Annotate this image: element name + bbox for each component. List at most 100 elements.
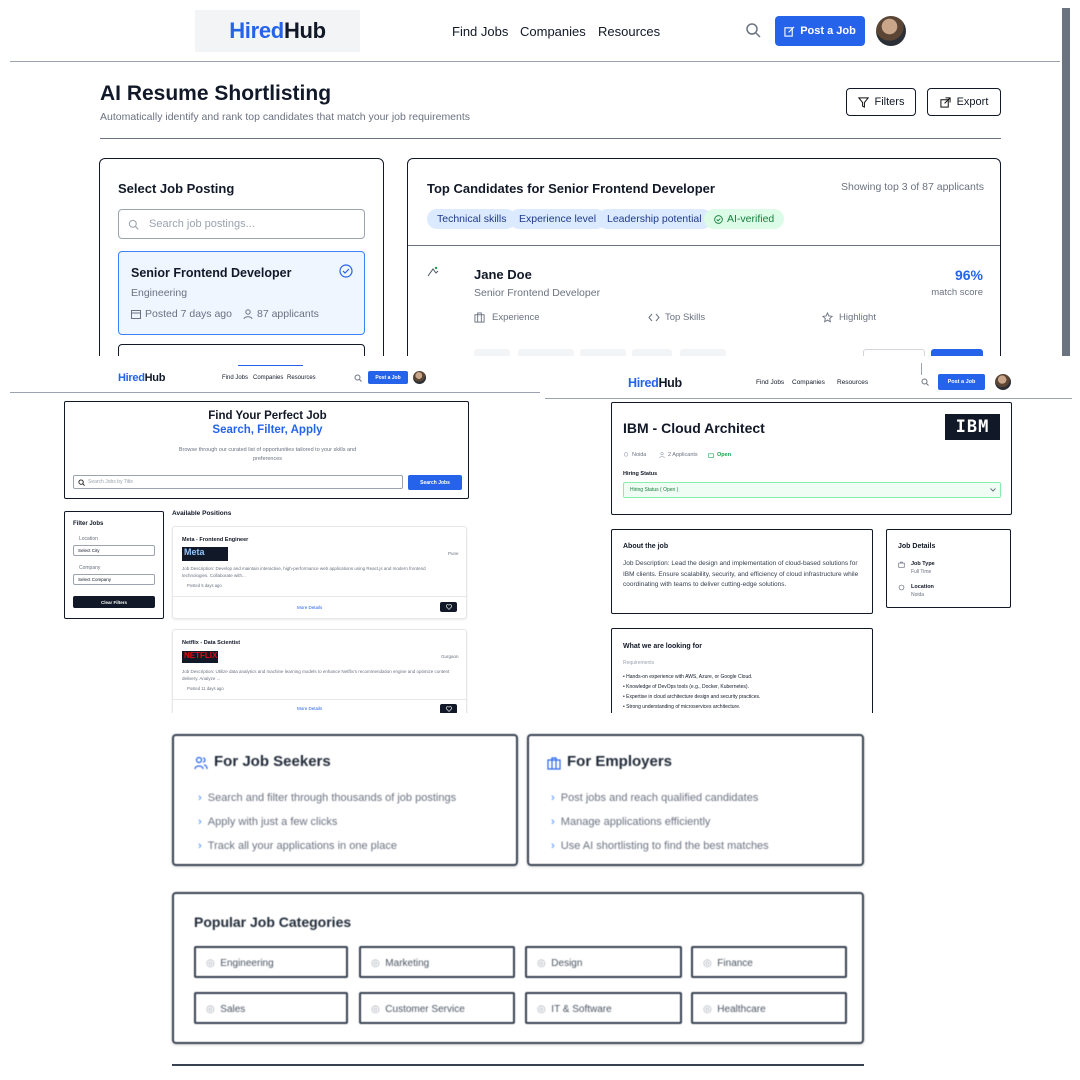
category-button[interactable]: ◎ Marketing bbox=[359, 946, 515, 978]
job-detail-title: IBM - Cloud Architect bbox=[623, 420, 765, 436]
nav-companies[interactable]: Companies bbox=[520, 24, 586, 39]
export-label: Export bbox=[956, 96, 989, 108]
category-button[interactable]: ◎ Engineering bbox=[194, 946, 348, 978]
external-link-icon bbox=[940, 96, 951, 108]
heart-icon bbox=[445, 604, 452, 610]
company-logo-text: IBM bbox=[955, 417, 990, 437]
nav-resources[interactable]: Resources bbox=[287, 375, 316, 381]
category-button[interactable]: ◎ Healthcare bbox=[691, 992, 847, 1024]
job-details-card: Job Details Job Type Full Time Location … bbox=[886, 529, 1011, 608]
primary-action-button[interactable] bbox=[931, 349, 983, 356]
search-icon bbox=[128, 219, 139, 230]
nav-find-jobs[interactable]: Find Jobs bbox=[756, 379, 784, 386]
feature-text: Use AI shortlisting to find the best mat… bbox=[560, 840, 769, 852]
categories-title: Popular Job Categories bbox=[194, 914, 352, 930]
search-icon[interactable] bbox=[745, 22, 761, 38]
candidates-title: Top Candidates for Senior Frontend Devel… bbox=[427, 181, 715, 196]
job-posting-department: Engineering bbox=[131, 287, 188, 299]
candidate-role: Senior Frontend Developer bbox=[474, 287, 601, 299]
job-posting-item-next[interactable] bbox=[118, 344, 365, 356]
requirement-text: Expertise in cloud architecture design a… bbox=[626, 694, 761, 700]
job-applicants: 2 Applicants bbox=[668, 452, 698, 458]
logo-part1: Hired bbox=[118, 372, 145, 384]
heart-icon bbox=[445, 706, 452, 712]
nav-resources[interactable]: Resources bbox=[837, 379, 868, 386]
filters-button[interactable]: Filters bbox=[846, 88, 916, 116]
more-details-link[interactable]: More Details bbox=[297, 605, 322, 610]
hiring-status-select[interactable]: Hiring Status ( Open ) bbox=[623, 482, 1001, 498]
category-button[interactable]: ◎ Customer Service bbox=[359, 992, 515, 1024]
job-seekers-title: For Job Seekers bbox=[214, 753, 331, 770]
feature-item: › Post jobs and reach qualified candidat… bbox=[551, 792, 759, 804]
post-job-label: Post a Job bbox=[375, 374, 401, 381]
search-jobs-button[interactable]: Search Jobs bbox=[408, 475, 462, 490]
secondary-action-button[interactable] bbox=[863, 349, 925, 356]
job-posting-applicants: 87 applicants bbox=[257, 308, 319, 320]
save-job-button[interactable] bbox=[440, 704, 457, 713]
logo[interactable]: HiredHub bbox=[118, 372, 165, 384]
category-button[interactable]: ◎ Finance bbox=[691, 946, 847, 978]
requirement-text: Hands-on experience with AWS, Azure, or … bbox=[626, 674, 753, 680]
job-search-input[interactable]: Search job postings... bbox=[118, 209, 365, 239]
job-title-search-input[interactable]: Search Jobs by Title bbox=[73, 475, 403, 489]
avatar[interactable] bbox=[876, 16, 906, 46]
category-button[interactable]: ◎ IT & Software bbox=[525, 992, 682, 1024]
post-job-button[interactable]: Post a Job bbox=[938, 374, 985, 390]
post-job-button[interactable]: Post a Job bbox=[775, 16, 865, 46]
company-select[interactable]: Select Company bbox=[73, 574, 155, 585]
criteria-chip[interactable]: Technical skills bbox=[427, 209, 517, 229]
post-job-button[interactable]: Post a Job bbox=[368, 371, 408, 384]
user-icon bbox=[243, 309, 253, 319]
location-select[interactable]: Select City bbox=[73, 545, 155, 556]
feature-text: Search and filter through thousands of j… bbox=[207, 792, 457, 804]
hiring-status-value: Hiring Status ( Open ) bbox=[630, 487, 679, 493]
feature-item: › Search and filter through thousands of… bbox=[198, 792, 457, 804]
search-jobs-label: Search Jobs bbox=[420, 479, 450, 486]
search-icon[interactable] bbox=[921, 378, 929, 386]
hero-subtitle: Search, Filter, Apply bbox=[212, 424, 323, 436]
job-location-label: Location bbox=[911, 584, 934, 590]
calendar-icon bbox=[131, 309, 141, 319]
job-card[interactable]: Netflix - Data Scientist NETFLIX Gurgaon… bbox=[172, 629, 467, 713]
ai-verified-chip[interactable]: AI-verified bbox=[704, 209, 785, 229]
scroll-divider bbox=[921, 363, 922, 375]
scrollbar[interactable] bbox=[1062, 8, 1070, 356]
category-button[interactable]: ◎ Design bbox=[525, 946, 682, 978]
save-job-button[interactable] bbox=[440, 602, 457, 612]
select-job-title: Select Job Posting bbox=[118, 181, 235, 196]
logo[interactable]: HiredHub bbox=[195, 10, 360, 52]
export-button[interactable]: Export bbox=[927, 88, 1001, 116]
job-card-location: Gurgaon bbox=[441, 654, 459, 659]
more-details-link[interactable]: More Details bbox=[297, 706, 322, 711]
job-card[interactable]: Meta - Frontend Engineer Meta Pune Job D… bbox=[172, 526, 467, 619]
job-location: Noida bbox=[632, 452, 647, 458]
skill-tag bbox=[474, 349, 510, 356]
nav-companies[interactable]: Companies bbox=[792, 379, 825, 386]
category-label: Customer Service bbox=[385, 1004, 465, 1015]
nav-resources[interactable]: Resources bbox=[598, 24, 660, 39]
nav-find-jobs[interactable]: Find Jobs bbox=[452, 24, 508, 39]
candidate-name[interactable]: Jane Doe bbox=[474, 267, 532, 282]
avatar[interactable] bbox=[413, 371, 426, 384]
nav-find-jobs[interactable]: Find Jobs bbox=[222, 375, 248, 381]
search-icon[interactable] bbox=[354, 374, 362, 382]
job-posting-item[interactable]: Senior Frontend Developer Engineering Po… bbox=[118, 251, 365, 335]
employers-card: For Employers › Post jobs and reach qual… bbox=[527, 734, 864, 866]
check-circle-icon bbox=[339, 264, 353, 278]
criteria-chip[interactable]: Experience level bbox=[509, 209, 607, 229]
divider bbox=[408, 245, 1000, 246]
category-label: Healthcare bbox=[717, 1004, 766, 1015]
clear-filters-button[interactable]: Clear Filters bbox=[73, 596, 155, 608]
star-icon bbox=[822, 312, 833, 323]
company-logo-text: NETFLIX bbox=[184, 651, 218, 660]
job-card-location: Pune bbox=[448, 551, 459, 556]
requirement-item: • Hands-on experience with AWS, Azure, o… bbox=[623, 674, 753, 680]
nav-companies[interactable]: Companies bbox=[253, 375, 283, 381]
active-nav-indicator bbox=[238, 365, 303, 366]
criteria-chip[interactable]: Leadership potential bbox=[597, 209, 712, 229]
job-card-title: Netflix - Data Scientist bbox=[182, 640, 241, 646]
briefcase-icon bbox=[474, 312, 485, 323]
avatar[interactable] bbox=[995, 374, 1011, 390]
category-button[interactable]: ◎ Sales bbox=[194, 992, 348, 1024]
logo[interactable]: HiredHub bbox=[628, 376, 682, 390]
